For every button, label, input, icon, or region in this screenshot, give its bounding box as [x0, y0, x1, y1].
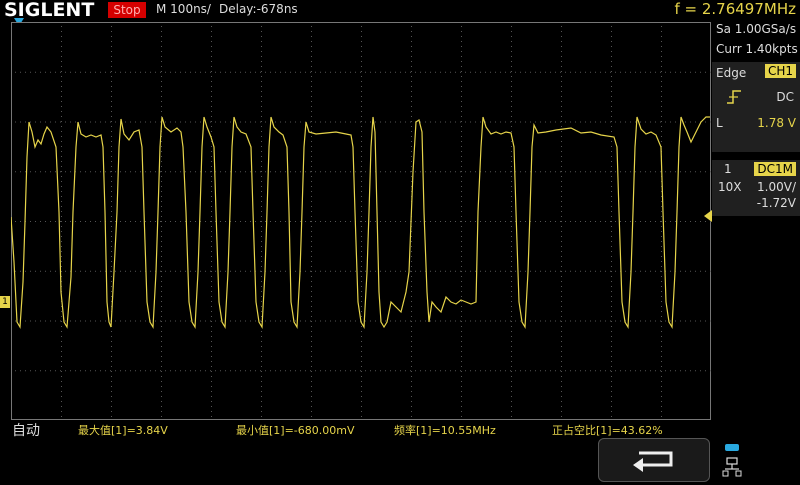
rising-edge-icon — [727, 90, 741, 104]
measurement-frequency: 频率[1]=10.55MHz — [394, 424, 496, 437]
top-status-bar: SIGLENT Stop M 100ns/ Delay:-678ns f = 2… — [0, 0, 800, 21]
measurement-max: 最大值[1]=3.84V — [78, 424, 168, 437]
sample-rate: Sa 1.00GSa/s — [716, 22, 797, 36]
trigger-panel[interactable]: Edge CH1 DC L 1.78 V — [712, 62, 800, 152]
trigger-level: 1.78 V — [757, 116, 796, 130]
vertical-scale: 1.00V/ — [757, 180, 796, 194]
measurement-min: 最小值[1]=-680.00mV — [236, 424, 355, 437]
waveform-grid[interactable] — [11, 22, 711, 420]
trigger-type-label: Edge — [716, 66, 747, 80]
channel-coupling-badge: DC1M — [754, 162, 796, 176]
memory-depth: Curr 1.40kpts — [716, 42, 798, 56]
channel-1-panel[interactable]: 1 DC1M 10X 1.00V/ -1.72V — [712, 160, 800, 216]
frequency-counter: f = 2.76497MHz — [674, 0, 796, 18]
measurement-mode[interactable]: 自动 — [12, 420, 40, 440]
run-state-badge[interactable]: Stop — [108, 2, 146, 18]
probe-attenuation: 10X — [718, 180, 742, 194]
timebase-readout[interactable]: M 100ns/ — [156, 2, 211, 16]
channel-number: 1 — [724, 162, 732, 176]
trigger-source-badge: CH1 — [764, 64, 796, 78]
measurement-duty-cycle: 正占空比[1]=43.62% — [552, 424, 663, 437]
back-arrow-icon — [633, 451, 673, 472]
vertical-offset: -1.72V — [756, 196, 796, 210]
channel-1-ground-marker[interactable]: 1 — [0, 296, 10, 308]
trigger-level-marker[interactable] — [704, 210, 712, 222]
delay-readout[interactable]: Delay:-678ns — [219, 2, 298, 16]
network-icon[interactable] — [722, 442, 742, 478]
trigger-level-label: L — [716, 116, 723, 130]
back-button[interactable] — [598, 438, 710, 482]
trigger-coupling: DC — [776, 90, 794, 104]
